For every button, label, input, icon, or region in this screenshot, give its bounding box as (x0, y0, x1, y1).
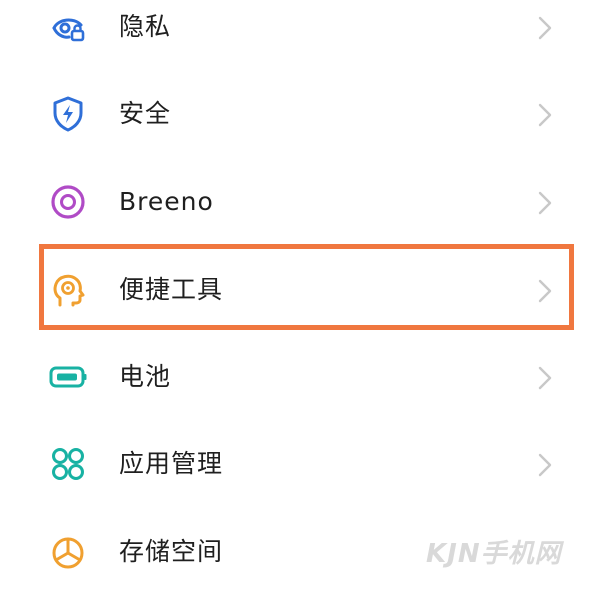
settings-item-app-management[interactable]: 应用管理 (0, 420, 600, 508)
settings-item-label: Breeno (119, 187, 214, 216)
settings-item-label: 存储空间 (119, 537, 224, 566)
privacy-eye-lock-icon (52, 18, 85, 42)
breeno-ring-icon (51, 185, 85, 219)
settings-item-label: 隐私 (119, 12, 172, 41)
watermark: KJN手机网 (426, 539, 562, 569)
highlight-box (39, 244, 574, 330)
storage-pie-icon (52, 537, 84, 569)
settings-item-privacy[interactable]: 隐私 (0, 0, 600, 71)
chevron-right-icon (538, 16, 552, 40)
app-grid-icon (52, 448, 84, 480)
settings-item-breeno[interactable]: Breeno (0, 158, 600, 246)
settings-item-battery[interactable]: 电池 (0, 333, 600, 421)
settings-item-label: 应用管理 (119, 449, 224, 478)
chevron-right-icon (538, 366, 552, 390)
battery-icon (49, 366, 87, 388)
chevron-right-icon (538, 453, 552, 477)
settings-item-security[interactable]: 安全 (0, 70, 600, 158)
chevron-right-icon (538, 103, 552, 127)
settings-item-label: 电池 (119, 362, 172, 391)
chevron-right-icon (538, 191, 552, 215)
shield-bolt-icon (53, 96, 83, 132)
settings-item-label: 安全 (119, 99, 172, 128)
